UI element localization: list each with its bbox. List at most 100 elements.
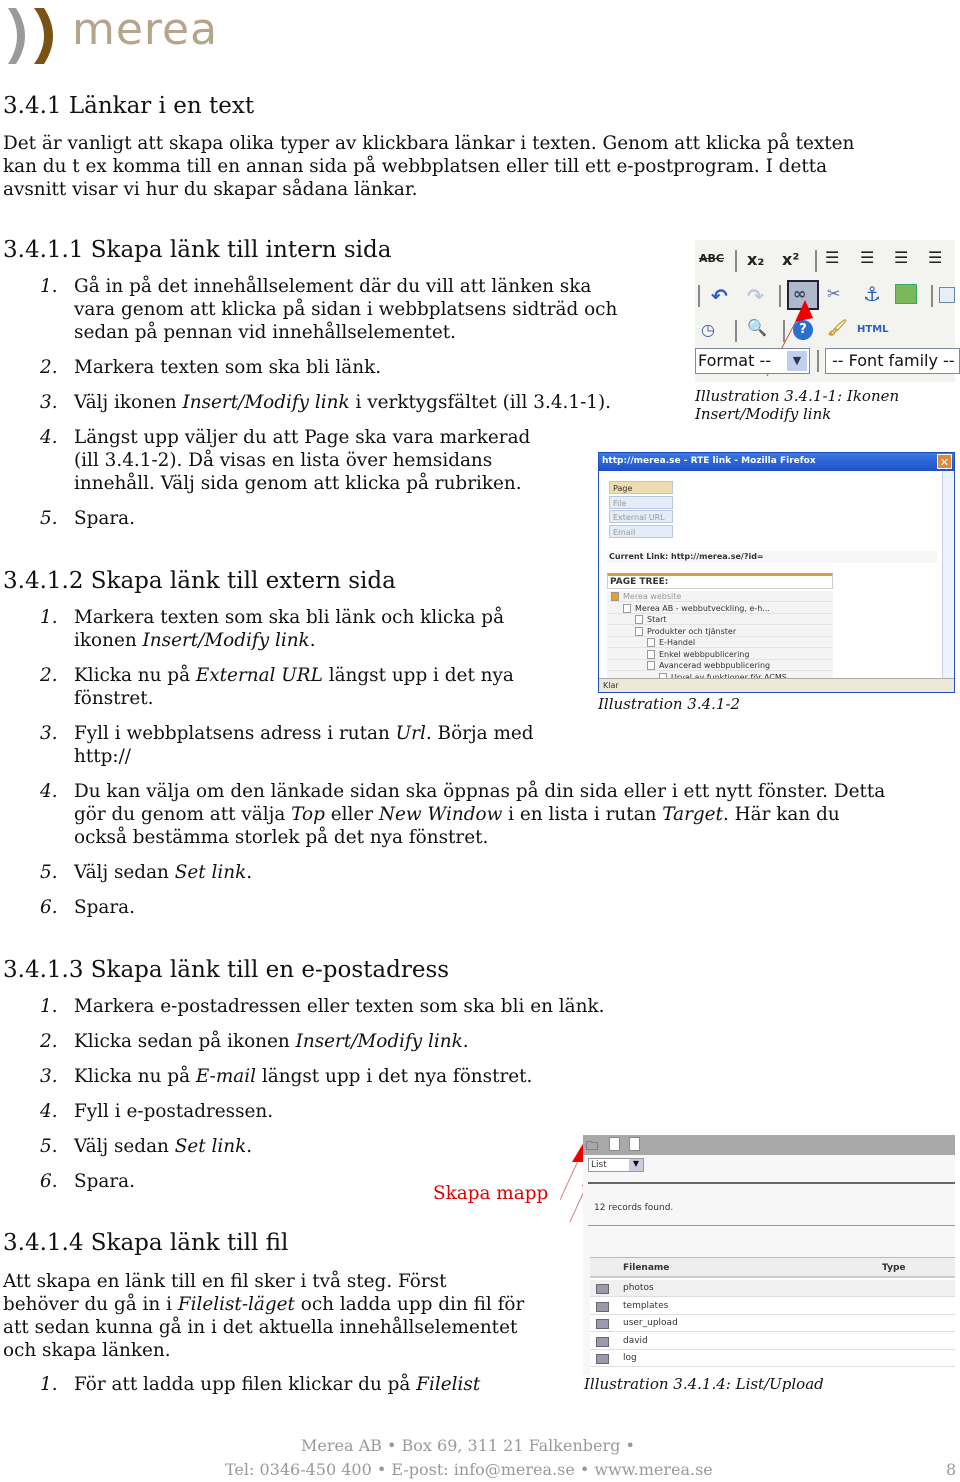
text-line: Det är vanligt att skapa olika typer av … (3, 133, 855, 154)
illustration-caption: Illustration 3.4.1-2 (598, 695, 741, 713)
illustration-caption: Illustration 3.4.1-1: Ikonen Insert/Modi… (695, 387, 899, 423)
list-item: Välj sedan Set link. (74, 861, 252, 884)
text-segment: Markera texten som ska bli länk. (74, 357, 382, 378)
list-item: Fyll i e-postadressen. (74, 1100, 273, 1123)
text-line: gör du genom att välja Top eller New Win… (74, 803, 885, 826)
link-type-tab[interactable]: Page (609, 481, 673, 494)
list-number: 3. (40, 1066, 58, 1087)
select-value: Format -- (698, 351, 772, 370)
page-tree-header: PAGE TREE: (607, 573, 833, 589)
merea-logo: merea (4, 4, 244, 66)
text-segment: Markera texten som ska bli länk och klic… (74, 607, 505, 628)
file-row[interactable]: user_upload (590, 1315, 955, 1332)
text-segment: att sedan kunna gå in i det aktuella inn… (3, 1317, 518, 1338)
list-number: 2. (40, 665, 58, 686)
section-heading: 3.4.1.1 Skapa länk till intern sida (3, 237, 392, 263)
text-segment: . (309, 630, 316, 651)
text-segment: (ill 3.4.1-2). Då visas en lista över he… (74, 450, 493, 471)
table-icon (939, 287, 955, 303)
footer-address: Merea AB • Box 69, 311 21 Falkenberg • (301, 1436, 635, 1455)
text-segment: sedan på pennan vid innehållselementet. (74, 322, 457, 343)
format-select: Format -- ▼ (695, 348, 810, 374)
page-tree-item[interactable]: Merea website (607, 591, 833, 602)
text-line: Fyll i webbplatsens adress i rutan Url. … (74, 722, 534, 745)
text-line: Du kan välja om den länkade sidan ska öp… (74, 780, 885, 803)
list-number: 2. (40, 1031, 58, 1052)
text-line: och skapa länken. (3, 1339, 524, 1362)
file-row[interactable]: templates (590, 1297, 955, 1315)
file-toolbar: 🗀 (583, 1135, 955, 1155)
list-item: Gå in på det innehållselement där du vil… (74, 275, 617, 344)
text-segment: eller (324, 804, 379, 825)
list-item: Markera texten som ska bli länk och klic… (74, 606, 504, 652)
italic-term: Top (291, 804, 325, 825)
text-segment: . (246, 1136, 253, 1157)
text-segment: Klicka sedan på ikonen (74, 1031, 296, 1052)
upload-icon (609, 1137, 620, 1151)
page-title: Merea website (623, 592, 682, 601)
page-tree-item[interactable]: Start (607, 614, 833, 625)
records-count: 12 records found. (594, 1203, 674, 1213)
file-table: Filename Type photos templates user_upload… (590, 1257, 955, 1375)
text-line: fönstret. (74, 687, 514, 710)
list-item: Klicka sedan på ikonen Insert/Modify lin… (74, 1030, 469, 1053)
link-type-tab[interactable]: Email (609, 524, 673, 538)
list-number: 4. (40, 1101, 58, 1122)
list-item: Markera e-postadressen eller texten som … (74, 995, 604, 1018)
folder-icon (596, 1354, 609, 1364)
italic-term: Insert/Modify link (142, 630, 310, 651)
page-tree-item[interactable]: E-Handel (607, 637, 833, 648)
status-bar: Klar (603, 681, 619, 690)
text-segment: Spara. (74, 508, 135, 529)
file-name: david (623, 1335, 648, 1346)
page-title: Merea AB - webbutveckling, e-h... (635, 603, 770, 613)
subscript-icon: x₂ (747, 250, 765, 269)
list-item: Fyll i webbplatsens adress i rutan Url. … (74, 722, 534, 768)
text-segment: fönstret. (74, 688, 154, 709)
list-number: 3. (40, 723, 58, 744)
page-tree-item[interactable]: Avancerad webbpublicering (607, 660, 833, 671)
page-tree-item[interactable]: Merea AB - webbutveckling, e-h... (607, 603, 833, 614)
anchor-icon: ⚓ (863, 282, 881, 306)
italic-term: External URL (195, 665, 323, 686)
column-header: Type (882, 1263, 906, 1273)
section-heading: 3.4.1.3 Skapa länk till en e-postadress (3, 957, 450, 983)
file-name: templates (623, 1300, 669, 1311)
align-right-icon: ☰ (894, 248, 909, 267)
current-link: Current Link: http://merea.se/?id= (609, 552, 764, 561)
justify-icon: ☰ (928, 248, 943, 267)
page-title: Produkter och tjänster (647, 626, 737, 636)
text-line: Längst upp väljer du att Page ska vara m… (74, 426, 530, 449)
illustration-caption: Illustration 3.4.1.4: List/Upload (584, 1375, 824, 1393)
file-row[interactable]: david (590, 1332, 955, 1350)
italic-term: Filelist (416, 1374, 481, 1395)
list-item: Markera texten som ska bli länk. (74, 356, 381, 379)
page-tree-item[interactable]: Enkel webbpublicering (607, 649, 833, 660)
file-name: log (623, 1353, 637, 1363)
text-segment: Fyll i webbplatsens adress i rutan (74, 723, 396, 744)
page-title: Start (647, 615, 667, 624)
file-row[interactable]: photos (590, 1280, 955, 1297)
text-segment: . (246, 862, 253, 883)
page-tree-item[interactable]: Produkter och tjänster (607, 626, 833, 637)
list-item: Välj ikonen Insert/Modify link i verktyg… (74, 391, 611, 414)
text-segment: i en lista i rutan (502, 804, 663, 825)
text-segment: Att skapa en länk till en fil sker i två… (3, 1271, 447, 1292)
file-row[interactable]: log (590, 1350, 955, 1367)
html-source-icon: HTML (857, 324, 889, 335)
page-number: 8 (946, 1460, 957, 1479)
list-number: 6. (40, 1171, 58, 1192)
list-item: Längst upp väljer du att Page ska vara m… (74, 426, 530, 495)
file-name: user_upload (623, 1318, 678, 1328)
align-center-icon: ☰ (860, 248, 875, 267)
link-type-tab[interactable]: External URL (609, 510, 673, 523)
link-type-tab[interactable]: File (609, 495, 673, 509)
select-value: List (591, 1160, 607, 1170)
text-line: Markera texten som ska bli länk. (74, 356, 381, 379)
text-line: Gå in på det innehållselement där du vil… (74, 275, 617, 298)
list-item: Klicka nu på E-mail längst upp i det nya… (74, 1065, 532, 1088)
text-line: behöver du gå in i Filelist-läget och la… (3, 1293, 524, 1316)
text-line: kan du t ex komma till en annan sida på … (3, 156, 828, 177)
toolbar-illustration: ABC x₂ x² ☰ ☰ ☰ ☰ ↶ ↷ ∞ ✂ ⚓ ◷ 🔍 ? 🖌 HTML… (695, 240, 960, 382)
page-icon (647, 649, 655, 659)
